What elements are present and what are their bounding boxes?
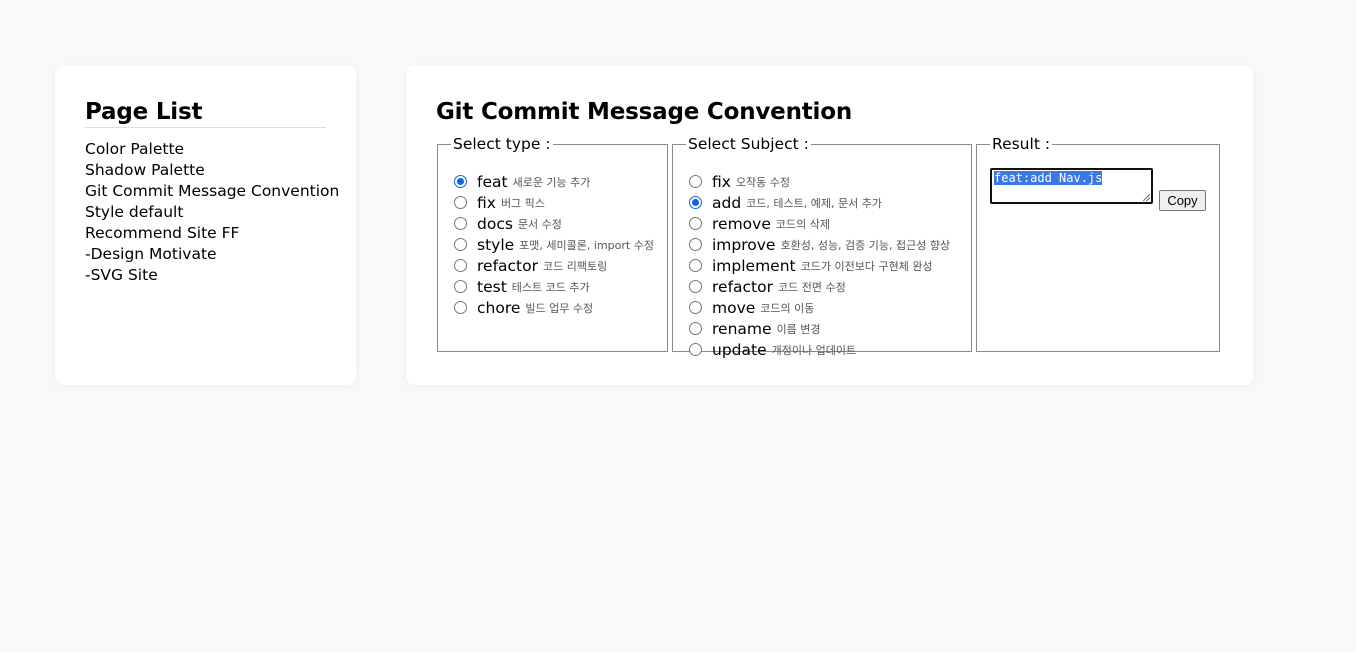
subject-radio-refactor[interactable] xyxy=(689,280,702,293)
subject-option-desc: 이름 변경 xyxy=(776,322,821,336)
type-options: feat 새로운 기능 추가 fix 버그 픽스 docs 문서 수정 style 포맷, 세… xyxy=(454,171,654,318)
type-option-feat[interactable]: feat 새로운 기능 추가 xyxy=(454,171,654,192)
type-option-label: chore xyxy=(477,298,521,317)
type-option-refactor[interactable]: refactor 코드 리팩토링 xyxy=(454,255,654,276)
page-list-title: Page List xyxy=(85,97,326,128)
subject-option-desc: 호환성, 성능, 검증 기능, 접근성 향상 xyxy=(780,238,951,252)
subject-radio-improve[interactable] xyxy=(689,238,702,251)
type-option-label: refactor xyxy=(477,256,538,275)
result-textarea[interactable]: feat:add Nav.js xyxy=(990,168,1153,204)
subject-option-rename[interactable]: rename 이름 변경 xyxy=(689,318,950,339)
subject-radio-fix[interactable] xyxy=(689,175,702,188)
subject-option-label: add xyxy=(712,193,742,212)
type-radio-feat[interactable] xyxy=(454,175,467,188)
page-link-design-motivate[interactable]: -Design Motivate xyxy=(85,244,326,265)
subject-radio-rename[interactable] xyxy=(689,322,702,335)
type-option-desc: 문서 수정 xyxy=(517,217,562,231)
type-option-fix[interactable]: fix 버그 픽스 xyxy=(454,192,654,213)
copy-button[interactable]: Copy xyxy=(1159,190,1206,211)
type-option-label: docs xyxy=(477,214,513,233)
subject-option-improve[interactable]: improve 호환성, 성능, 검증 기능, 접근성 향상 xyxy=(689,234,950,255)
type-option-label: fix xyxy=(477,193,496,212)
type-option-desc: 새로운 기능 추가 xyxy=(512,175,591,189)
type-option-test[interactable]: test 테스트 코드 추가 xyxy=(454,276,654,297)
subject-option-label: rename xyxy=(712,319,772,338)
type-option-docs[interactable]: docs 문서 수정 xyxy=(454,213,654,234)
subject-option-desc: 코드의 이동 xyxy=(760,301,815,315)
subject-radio-move[interactable] xyxy=(689,301,702,314)
subject-option-fix[interactable]: fix 오작동 수정 xyxy=(689,171,950,192)
type-radio-chore[interactable] xyxy=(454,301,467,314)
subject-option-desc: 오작동 수정 xyxy=(735,175,791,189)
subject-option-desc: 코드, 테스트, 예제, 문서 추가 xyxy=(746,196,882,210)
subject-option-update[interactable]: update 개정이나 업데이트 xyxy=(689,339,950,360)
page-title: Git Commit Message Convention xyxy=(436,99,852,125)
subject-fieldset: Select Subject : fix 오작동 수정 add 코드, 테스트, 예제… xyxy=(672,135,972,359)
subject-radio-implement[interactable] xyxy=(689,259,702,272)
type-option-desc: 버그 픽스 xyxy=(500,196,545,210)
page-link-color-palette[interactable]: Color Palette xyxy=(85,139,326,160)
type-option-desc: 빌드 업무 수정 xyxy=(525,301,594,315)
subject-option-desc: 개정이나 업데이트 xyxy=(771,343,857,357)
result-text: feat:add Nav.js xyxy=(994,171,1103,185)
subject-option-label: fix xyxy=(712,172,731,191)
subject-option-label: implement xyxy=(712,256,796,275)
subject-option-label: refactor xyxy=(712,277,773,296)
page-link-style-default[interactable]: Style default xyxy=(85,202,326,223)
type-option-label: feat xyxy=(477,172,508,191)
type-option-label: style xyxy=(477,235,515,254)
page-list: Color Palette Shadow Palette Git Commit … xyxy=(85,139,339,286)
type-option-desc: 테스트 코드 추가 xyxy=(511,280,590,294)
type-option-desc: 포맷, 세미콜론, import 수정 xyxy=(519,238,654,252)
subject-radio-add[interactable] xyxy=(689,196,702,209)
convention-card: Git Commit Message Convention Select typ… xyxy=(406,65,1253,385)
subject-radio-update[interactable] xyxy=(689,343,702,356)
subject-option-label: improve xyxy=(712,235,776,254)
subject-option-desc: 코드 전면 수정 xyxy=(777,280,846,294)
subject-option-refactor[interactable]: refactor 코드 전면 수정 xyxy=(689,276,950,297)
type-option-chore[interactable]: chore 빌드 업무 수정 xyxy=(454,297,654,318)
subject-legend: Select Subject : xyxy=(688,135,809,153)
page-link-svg-site[interactable]: -SVG Site xyxy=(85,265,326,286)
page-link-git-commit-convention[interactable]: Git Commit Message Convention xyxy=(85,181,339,202)
type-radio-style[interactable] xyxy=(454,238,467,251)
type-radio-test[interactable] xyxy=(454,280,467,293)
subject-options: fix 오작동 수정 add 코드, 테스트, 예제, 문서 추가 remove 코드의 … xyxy=(689,171,950,360)
subject-option-remove[interactable]: remove 코드의 삭제 xyxy=(689,213,950,234)
subject-option-implement[interactable]: implement 코드가 이전보다 구현체 완성 xyxy=(689,255,950,276)
subject-option-add[interactable]: add 코드, 테스트, 예제, 문서 추가 xyxy=(689,192,950,213)
subject-option-label: update xyxy=(712,340,767,359)
subject-option-label: move xyxy=(712,298,756,317)
subject-option-move[interactable]: move 코드의 이동 xyxy=(689,297,950,318)
page-list-card: Page List Color Palette Shadow Palette G… xyxy=(55,65,356,385)
type-radio-docs[interactable] xyxy=(454,217,467,230)
result-fieldset: Result : feat:add Nav.js Copy xyxy=(976,135,1220,352)
subject-option-label: remove xyxy=(712,214,771,233)
type-option-desc: 코드 리팩토링 xyxy=(542,259,608,273)
type-option-label: test xyxy=(477,277,507,296)
subject-radio-remove[interactable] xyxy=(689,217,702,230)
type-radio-fix[interactable] xyxy=(454,196,467,209)
type-option-style[interactable]: style 포맷, 세미콜론, import 수정 xyxy=(454,234,654,255)
subject-option-desc: 코드가 이전보다 구현체 완성 xyxy=(800,259,933,273)
page-link-shadow-palette[interactable]: Shadow Palette xyxy=(85,160,326,181)
type-radio-refactor[interactable] xyxy=(454,259,467,272)
type-fieldset: Select type : feat 새로운 기능 추가 fix 버그 픽스 docs 문… xyxy=(437,135,668,352)
subject-option-desc: 코드의 삭제 xyxy=(775,217,830,231)
type-legend: Select type : xyxy=(453,135,551,153)
page-link-recommend-site-ff[interactable]: Recommend Site FF xyxy=(85,223,326,244)
result-legend: Result : xyxy=(992,135,1051,153)
resize-grip-icon[interactable] xyxy=(1143,194,1150,201)
